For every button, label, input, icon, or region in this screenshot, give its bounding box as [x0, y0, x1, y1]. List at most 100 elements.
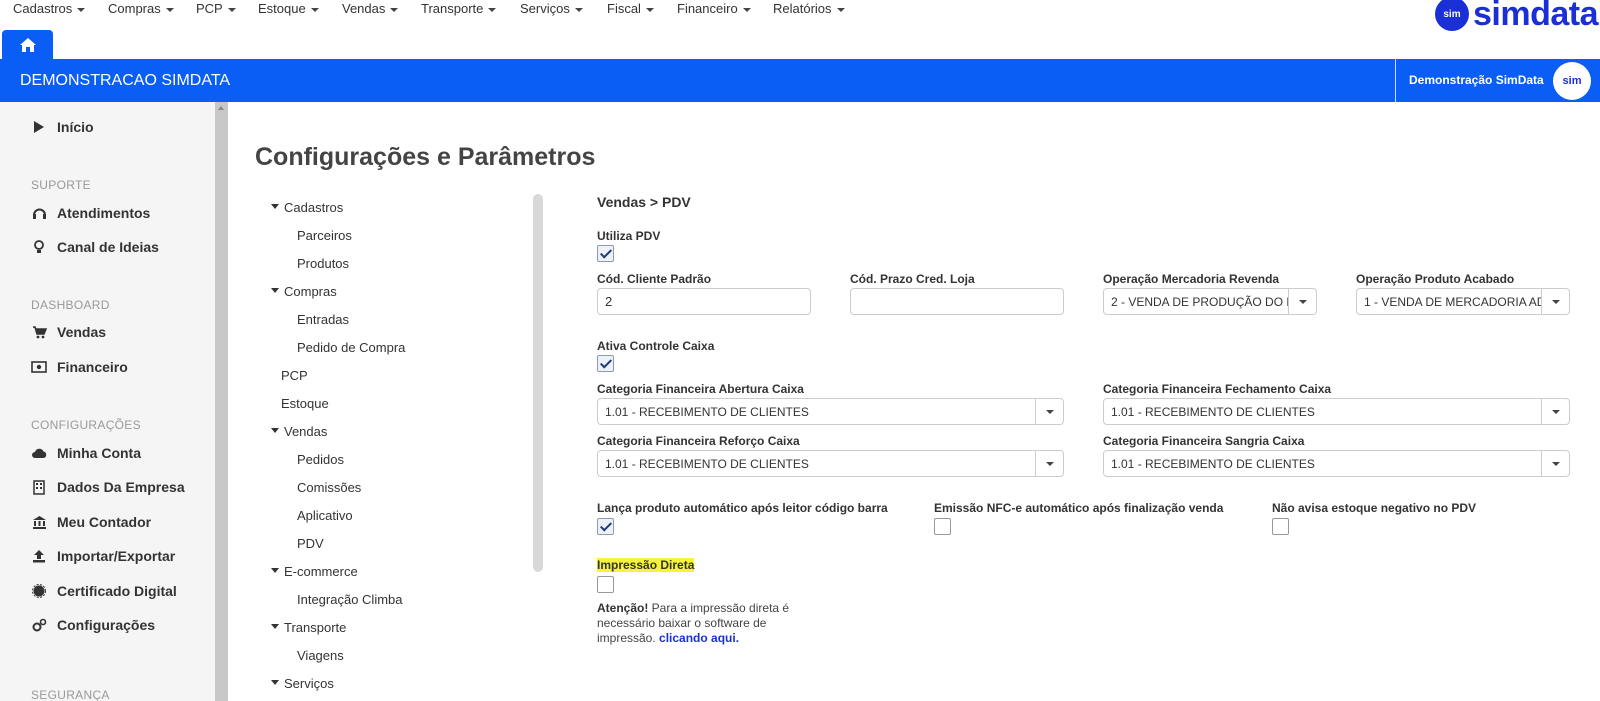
chevron-down-icon[interactable]	[1035, 451, 1063, 476]
tree-integracao-climba[interactable]: Integração Climba	[297, 592, 403, 607]
sidebar-item-label: Início	[57, 119, 94, 135]
op-revenda-label: Operação Mercadoria Revenda	[1103, 272, 1280, 286]
op-acabado-label: Operação Produto Acabado	[1356, 272, 1515, 286]
tree-cadastros[interactable]: Cadastros	[271, 200, 343, 215]
sidebar-item-importar-exportar[interactable]: Importar/Exportar	[31, 548, 175, 564]
chevron-down-icon[interactable]	[1541, 451, 1569, 476]
chevron-down-icon[interactable]	[1035, 399, 1063, 424]
caret-down-icon	[645, 7, 654, 12]
menu-financeiro[interactable]: Financeiro	[677, 1, 751, 16]
tree-estoque[interactable]: Estoque	[281, 396, 329, 411]
tree-viagens[interactable]: Viagens	[297, 648, 344, 663]
select-value: 1.01 - RECEBIMENTO DE CLIENTES	[605, 405, 809, 419]
op-revenda-select[interactable]: 2 - VENDA DE PRODUÇÃO DO ESTABELECIMENTO	[1103, 288, 1317, 315]
cat-fechamento-label: Categoria Financeira Fechamento Caixa	[1103, 382, 1332, 396]
caret-down-icon	[488, 7, 497, 12]
gears-icon	[31, 617, 47, 633]
controle-caixa-checkbox[interactable]	[597, 355, 614, 372]
sidebar-item-label: Importar/Exportar	[57, 548, 176, 564]
caret-down-icon	[271, 568, 279, 574]
form-section-title: Vendas > PDV	[597, 194, 691, 210]
sidebar-scrollbar[interactable]	[215, 102, 228, 701]
tree-pcp[interactable]: PCP	[281, 368, 308, 383]
menu-estoque[interactable]: Estoque	[258, 1, 319, 16]
emissao-nfce-checkbox[interactable]	[934, 518, 951, 535]
tree-comissoes[interactable]: Comissões	[297, 480, 361, 495]
tree-ecommerce[interactable]: E-commerce	[271, 564, 358, 579]
logo-text: simdata	[1473, 0, 1599, 33]
menu-label: Cadastros	[13, 1, 73, 16]
tree-entradas[interactable]: Entradas	[297, 312, 349, 327]
tree-label: Serviços	[284, 676, 334, 691]
user-name[interactable]: Demonstração SimData	[1409, 73, 1544, 87]
cat-sangria-select[interactable]: 1.01 - RECEBIMENTO DE CLIENTES	[1103, 450, 1570, 477]
op-acabado-select[interactable]: 1 - VENDA DE MERCADORIA ADQUIRIDA	[1356, 288, 1570, 315]
cod-prazo-label: Cód. Prazo Cred. Loja	[850, 272, 975, 286]
sidebar-item-label: Vendas	[57, 324, 107, 340]
menu-fiscal[interactable]: Fiscal	[607, 1, 654, 16]
attention-note: Atenção! Para a impressão direta é neces…	[597, 601, 812, 646]
lanca-produto-label: Lança produto automático após leitor cód…	[597, 501, 888, 515]
tree-vendas[interactable]: Vendas	[271, 424, 327, 439]
cod-cliente-label: Cód. Cliente Padrão	[597, 272, 712, 286]
menu-label: Compras	[108, 1, 161, 16]
chevron-down-icon[interactable]	[1541, 399, 1569, 424]
tree-transporte[interactable]: Transporte	[271, 620, 346, 635]
menu-compras[interactable]: Compras	[108, 1, 174, 16]
cat-abertura-select[interactable]: 1.01 - RECEBIMENTO DE CLIENTES	[597, 398, 1064, 425]
avatar[interactable]: sim	[1553, 62, 1591, 100]
sidebar-item-atendimentos[interactable]: Atendimentos	[31, 205, 150, 221]
cod-cliente-input[interactable]	[597, 288, 811, 315]
cod-prazo-input[interactable]	[850, 288, 1064, 315]
scroll-up-icon[interactable]	[218, 106, 224, 110]
tree-servicos[interactable]: Serviços	[271, 676, 334, 691]
utiliza-pdv-checkbox[interactable]	[597, 245, 614, 262]
tree-produtos[interactable]: Produtos	[297, 256, 349, 271]
tree-pedidos[interactable]: Pedidos	[297, 452, 344, 467]
sidebar-item-meu-contador[interactable]: Meu Contador	[31, 514, 151, 530]
sidebar-item-label: Meu Contador	[57, 514, 152, 530]
cloud-icon	[31, 445, 47, 461]
menu-vendas[interactable]: Vendas	[342, 1, 399, 16]
tree-compras[interactable]: Compras	[271, 284, 337, 299]
attention-strong: Atenção!	[597, 601, 649, 615]
sidebar-item-vendas[interactable]: Vendas	[31, 324, 106, 340]
menu-cadastros[interactable]: Cadastros	[13, 1, 86, 16]
impressao-direta-checkbox[interactable]	[597, 576, 614, 593]
bank-icon	[31, 514, 47, 530]
top-menu: Cadastros Compras PCP Estoque Vendas Tra…	[0, 0, 1600, 31]
caret-down-icon	[742, 7, 751, 12]
cat-reforco-select[interactable]: 1.01 - RECEBIMENTO DE CLIENTES	[597, 450, 1064, 477]
menu-pcp[interactable]: PCP	[196, 1, 236, 16]
menu-transporte[interactable]: Transporte	[421, 1, 497, 16]
chevron-down-icon[interactable]	[1288, 289, 1316, 314]
sidebar: Início SUPORTE Atendimentos Canal de Ide…	[0, 102, 215, 701]
tree-label: Compras	[284, 284, 337, 299]
sidebar-item-dados-empresa[interactable]: Dados Da Empresa	[31, 479, 185, 495]
nao-avisa-checkbox[interactable]	[1272, 518, 1289, 535]
chevron-down-icon[interactable]	[1541, 289, 1569, 314]
lanca-produto-checkbox[interactable]	[597, 518, 614, 535]
tree-pedido-compra[interactable]: Pedido de Compra	[297, 340, 405, 355]
building-icon	[31, 479, 47, 495]
menu-label: PCP	[196, 1, 223, 16]
menu-label: Vendas	[342, 1, 386, 16]
menu-relatorios[interactable]: Relatórios	[773, 1, 845, 16]
sidebar-item-certificado[interactable]: Certificado Digital	[31, 583, 177, 599]
sidebar-item-label: Dados Da Empresa	[57, 479, 185, 495]
home-tab[interactable]	[2, 30, 53, 59]
sidebar-item-inicio[interactable]: Início	[31, 119, 94, 135]
cat-fechamento-select[interactable]: 1.01 - RECEBIMENTO DE CLIENTES	[1103, 398, 1570, 425]
download-link[interactable]: clicando aqui.	[659, 631, 739, 645]
sidebar-item-minha-conta[interactable]: Minha Conta	[31, 445, 141, 461]
menu-servicos[interactable]: Serviços	[520, 1, 583, 16]
sidebar-item-configuracoes[interactable]: Configurações	[31, 617, 155, 633]
tree-aplicativo[interactable]: Aplicativo	[297, 508, 353, 523]
tree-parceiros[interactable]: Parceiros	[297, 228, 352, 243]
sidebar-item-financeiro[interactable]: Financeiro	[31, 359, 128, 375]
tree-pdv[interactable]: PDV	[297, 536, 324, 551]
sidebar-item-canal-ideias[interactable]: Canal de Ideias	[31, 239, 159, 255]
simdata-logo[interactable]: sim simdata	[1435, 0, 1599, 34]
caret-down-icon	[77, 7, 86, 12]
tree-scrollbar[interactable]	[533, 194, 543, 572]
